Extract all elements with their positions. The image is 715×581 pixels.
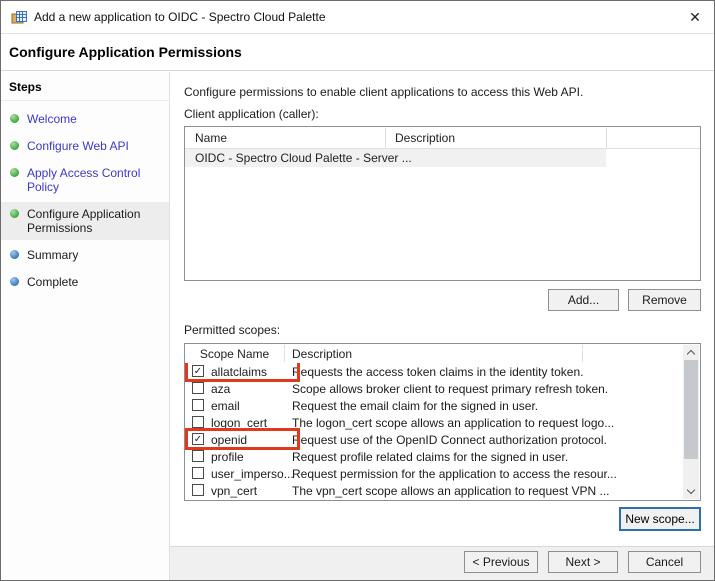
scroll-down-icon[interactable]	[683, 484, 699, 499]
scope-checkbox[interactable]	[192, 450, 204, 462]
new-scope-button[interactable]: New scope...	[619, 507, 701, 531]
client-application-label: Client application (caller):	[184, 107, 319, 121]
close-icon[interactable]: ✕	[685, 7, 705, 27]
scope-description: Requests the access token claims in the …	[292, 365, 584, 379]
step-item[interactable]: Apply Access Control Policy	[1, 161, 169, 199]
step-label: Summary	[27, 248, 79, 262]
scope-checkbox[interactable]: ✓	[192, 365, 204, 377]
scope-name: allatclaims	[211, 365, 268, 379]
step-bullet-icon	[10, 250, 19, 259]
scope-name: vpn_cert	[211, 484, 258, 498]
client-column-name[interactable]: Name	[195, 131, 227, 145]
scope-row[interactable]: user_imperso... Request permission for t…	[185, 465, 682, 482]
scopes-table-header: Scope Name Description	[185, 344, 700, 363]
scope-checkbox[interactable]	[192, 467, 204, 479]
scope-row[interactable]: ✓ allatclaims Requests the access token …	[185, 363, 682, 382]
client-application-table: Name Description OIDC - Spectro Cloud Pa…	[184, 126, 701, 281]
scope-row[interactable]: profile Request profile related claims f…	[185, 448, 682, 465]
scope-name-cell: ✓ allatclaims	[185, 363, 300, 382]
scope-row[interactable]: ✓ openid Request use of the OpenID Conne…	[185, 428, 682, 450]
scope-description: Scope allows broker client to request pr…	[292, 382, 609, 396]
scope-name: aza	[211, 382, 231, 396]
scrollbar-thumb[interactable]	[684, 360, 698, 459]
column-divider	[606, 128, 607, 148]
steps-list: Welcome Configure Web API Apply Access C…	[1, 101, 169, 294]
permitted-scopes-table: Scope Name Description ✓ allatclaims Req…	[184, 343, 701, 501]
client-row[interactable]: OIDC - Spectro Cloud Palette - Server ..…	[185, 149, 606, 167]
column-divider	[284, 345, 285, 362]
column-divider	[385, 128, 386, 148]
scope-rows: ✓ allatclaims Requests the access token …	[185, 363, 682, 500]
scope-name: openid	[211, 433, 248, 447]
application-icon	[11, 9, 28, 26]
scope-description: Request permission for the application t…	[292, 467, 617, 481]
previous-button[interactable]: < Previous	[464, 551, 538, 573]
column-divider	[582, 345, 583, 362]
scope-description: The logon_cert scope allows an applicati…	[292, 416, 615, 430]
scope-name: user_imperso...	[211, 467, 294, 481]
remove-button[interactable]: Remove	[628, 289, 701, 311]
step-label: Welcome	[27, 112, 77, 126]
title-bar: Add a new application to OIDC - Spectro …	[1, 1, 714, 34]
scope-name-cell: aza	[186, 380, 292, 397]
scrollbar[interactable]	[683, 345, 699, 499]
window-title: Add a new application to OIDC - Spectro …	[34, 10, 326, 24]
step-bullet-icon	[10, 114, 19, 123]
client-column-description[interactable]: Description	[395, 131, 455, 145]
step-item[interactable]: Welcome	[1, 107, 169, 131]
scope-name-cell: profile	[186, 448, 292, 465]
step-bullet-icon	[10, 141, 19, 150]
scope-checkbox[interactable]	[192, 484, 204, 496]
step-bullet-icon	[10, 168, 19, 177]
steps-sidebar: Steps Welcome Configure Web API Apply Ac…	[1, 72, 170, 580]
scroll-up-icon[interactable]	[683, 345, 699, 360]
page-header: Configure Application Permissions	[1, 35, 714, 71]
cancel-button[interactable]: Cancel	[628, 551, 701, 573]
client-rows: OIDC - Spectro Cloud Palette - Server ..…	[185, 149, 700, 167]
scope-name: profile	[211, 450, 244, 464]
scope-checkbox[interactable]	[192, 399, 204, 411]
client-row-name: OIDC - Spectro Cloud Palette - Server ..…	[195, 151, 412, 165]
step-label: Apply Access Control Policy	[27, 166, 141, 194]
scope-column-description[interactable]: Description	[292, 347, 352, 361]
scope-description: The vpn_cert scope allows an application…	[292, 484, 610, 498]
scope-name: email	[211, 399, 240, 413]
scope-checkbox[interactable]: ✓	[192, 433, 204, 445]
step-item[interactable]: Configure Web API	[1, 134, 169, 158]
scope-row[interactable]: aza Scope allows broker client to reques…	[185, 380, 682, 397]
step-item[interactable]: Complete	[1, 270, 169, 294]
step-label: Complete	[27, 275, 79, 289]
scope-checkbox[interactable]	[192, 416, 204, 428]
scope-description: Request use of the OpenID Connect author…	[292, 433, 607, 447]
step-label: Configure Web API	[27, 139, 129, 153]
client-table-header: Name Description	[185, 127, 700, 149]
step-bullet-icon	[10, 209, 19, 218]
scope-name-cell: ✓ openid	[185, 428, 300, 450]
next-button[interactable]: Next >	[548, 551, 618, 573]
scope-row[interactable]: email Request the email claim for the si…	[185, 397, 682, 414]
scope-name-cell: vpn_cert	[186, 482, 292, 499]
step-bullet-icon	[10, 277, 19, 286]
scope-description: Request the email claim for the signed i…	[292, 399, 539, 413]
scope-description: Request profile related claims for the s…	[292, 450, 569, 464]
add-button[interactable]: Add...	[548, 289, 619, 311]
instructions-text: Configure permissions to enable client a…	[184, 85, 584, 99]
scope-name-cell: email	[186, 397, 292, 414]
step-label: Configure Application Permissions	[27, 207, 141, 235]
scope-name-cell: user_imperso...	[186, 465, 294, 482]
permitted-scopes-label: Permitted scopes:	[184, 323, 281, 337]
scope-checkbox[interactable]	[192, 382, 204, 394]
step-item[interactable]: Summary	[1, 243, 169, 267]
wizard-dialog: Add a new application to OIDC - Spectro …	[0, 0, 715, 581]
page-title: Configure Application Permissions	[9, 44, 242, 60]
steps-heading: Steps	[1, 72, 169, 101]
step-item[interactable]: Configure Application Permissions	[1, 202, 169, 240]
scope-row[interactable]: vpn_cert The vpn_cert scope allows an ap…	[185, 482, 682, 499]
scope-column-name[interactable]: Scope Name	[185, 347, 284, 361]
